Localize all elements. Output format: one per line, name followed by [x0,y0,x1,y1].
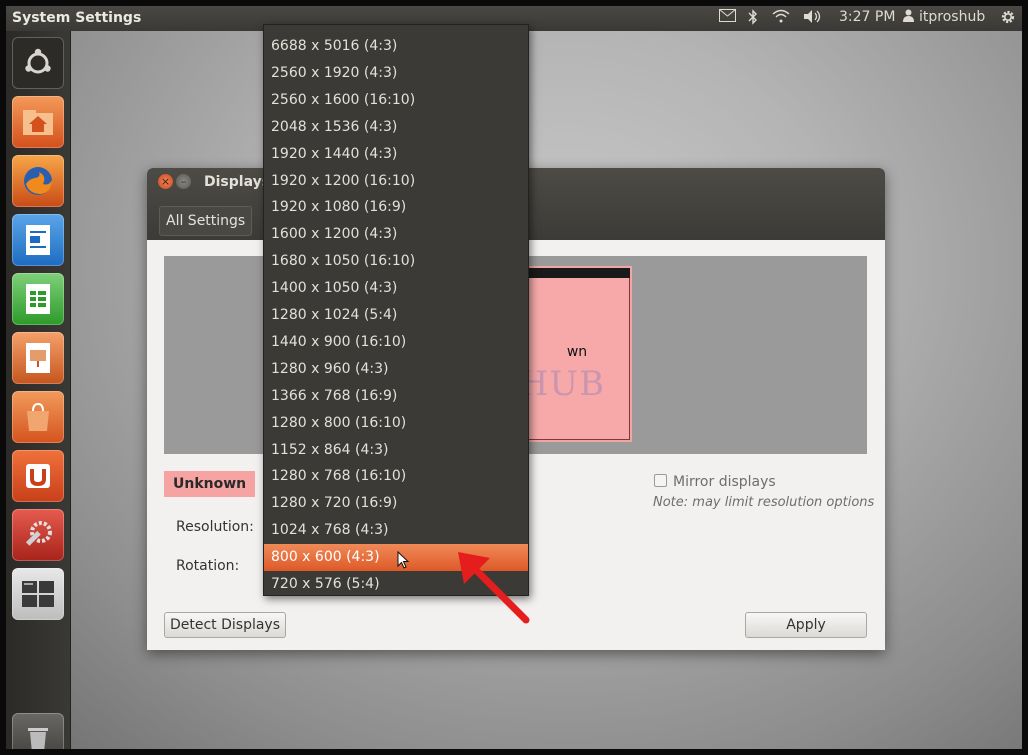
network-icon[interactable] [772,9,790,27]
monitor-unknown[interactable]: wn [522,266,632,442]
resolution-option[interactable]: 2560 x 1920 (4:3) [264,60,528,87]
close-icon[interactable]: × [158,174,173,189]
apply-button[interactable]: Apply [745,612,867,638]
resolution-option[interactable]: 1280 x 720 (16:9) [264,490,528,517]
resolution-option[interactable]: 1024 x 768 (4:3) [264,517,528,544]
resolution-option[interactable]: 1280 x 960 (4:3) [264,356,528,383]
system-settings-button[interactable] [12,509,64,561]
resolution-option[interactable]: 2560 x 1600 (16:10) [264,87,528,114]
home-folder-button[interactable] [12,96,64,148]
resolution-dropdown-menu[interactable]: 6688 x 5016 (4:3) 2560 x 1920 (4:3) 2560 x… [263,24,529,596]
all-settings-button[interactable]: All Settings [159,206,253,236]
presentation-icon [12,332,64,384]
monitor-label: wn [566,344,588,360]
display-name-badge: Unknown [164,471,256,497]
resolution-option[interactable]: 1152 x 864 (4:3) [264,437,528,464]
workspace-switcher-button[interactable] [12,568,64,620]
resolution-option[interactable]: 1280 x 768 (16:10) [264,463,528,490]
writer-button[interactable] [12,214,64,266]
settings-wrench-icon [12,509,64,561]
launcher [6,31,71,749]
desktop: System Settings 3:27 PM itproshub × – Di… [6,6,1022,749]
app-title: System Settings [12,10,142,26]
workspaces-icon [12,568,64,620]
dash-home-button[interactable] [12,37,64,89]
resolution-option[interactable]: 1920 x 1440 (4:3) [264,141,528,168]
minimize-icon[interactable]: – [176,174,191,189]
resolution-option[interactable]: 2048 x 1536 (4:3) [264,114,528,141]
resolution-label: Resolution: [176,519,254,535]
firefox-icon [12,155,64,207]
ubuntu-logo-icon [12,37,64,89]
mouse-cursor-icon [397,551,410,569]
mail-icon[interactable] [719,9,736,26]
resolution-option[interactable]: 6688 x 5016 (4:3) [264,33,528,60]
resolution-option[interactable]: 1680 x 1050 (16:10) [264,248,528,275]
home-folder-icon [12,96,64,148]
document-icon [12,214,64,266]
window-title: Displays [204,174,271,190]
mirror-displays-checkbox[interactable]: Mirror displays [654,474,776,490]
resolution-option[interactable]: 1280 x 800 (16:10) [264,410,528,437]
shopping-bag-icon [12,391,64,443]
clock[interactable]: 3:27 PM [839,9,895,25]
firefox-button[interactable] [12,155,64,207]
resolution-option[interactable]: 1366 x 768 (16:9) [264,383,528,410]
ubuntu-one-button[interactable] [12,450,64,502]
resolution-option[interactable]: 1920 x 1200 (16:10) [264,168,528,195]
checkbox-icon[interactable] [654,474,667,487]
spreadsheet-icon [12,273,64,325]
resolution-option[interactable]: 1400 x 1050 (4:3) [264,275,528,302]
volume-icon[interactable] [803,9,823,28]
red-arrow-annotation-icon [458,552,530,624]
gear-icon[interactable] [999,8,1017,30]
impress-button[interactable] [12,332,64,384]
user-name[interactable]: itproshub [919,9,985,25]
trash-button[interactable] [12,713,64,749]
resolution-option[interactable]: 1280 x 1024 (5:4) [264,302,528,329]
detect-displays-button[interactable]: Detect Displays [164,612,286,638]
trash-icon [12,713,64,749]
bluetooth-icon[interactable] [748,9,758,29]
monitor-top-bar [524,268,630,278]
rotation-label: Rotation: [176,558,240,574]
user-icon[interactable] [903,9,914,26]
resolution-option[interactable]: 1920 x 1080 (16:9) [264,194,528,221]
ubuntu-one-icon [12,450,64,502]
calc-button[interactable] [12,273,64,325]
mirror-label: Mirror displays [673,474,776,490]
mirror-note: Note: may limit resolution options [653,495,875,510]
resolution-option[interactable]: 1600 x 1200 (4:3) [264,221,528,248]
resolution-option[interactable]: 1440 x 900 (16:10) [264,329,528,356]
software-center-button[interactable] [12,391,64,443]
